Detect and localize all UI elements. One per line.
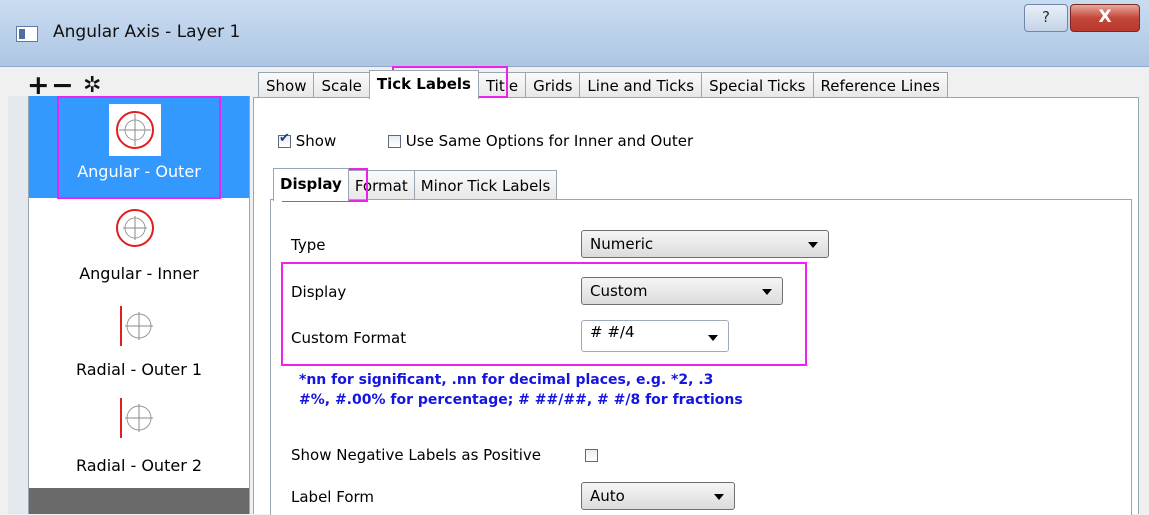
chevron-down-icon — [762, 289, 772, 295]
type-label: Type — [291, 236, 326, 254]
axis-item-radial-outer-1[interactable]: Radial - Outer 1 — [29, 300, 249, 402]
show-label: Show — [295, 132, 337, 150]
custom-format-value[interactable]: # #/4 — [590, 323, 635, 341]
show-checkbox[interactable] — [278, 131, 291, 148]
radial-axis-icon — [109, 392, 161, 444]
tab-title[interactable]: Title — [477, 72, 527, 99]
display-dropdown[interactable]: Custom — [581, 277, 783, 305]
tab-show[interactable]: Show — [258, 72, 315, 99]
axis-item-label: Angular - Inner — [79, 264, 199, 283]
axis-item-label: Radial - Outer 2 — [75, 456, 203, 475]
close-button[interactable]: X — [1070, 4, 1140, 32]
custom-format-combo[interactable]: # #/4 — [581, 320, 729, 352]
tab-tick-labels[interactable]: Tick Labels — [368, 70, 479, 99]
window-icon — [16, 26, 38, 42]
chevron-down-icon — [714, 494, 724, 500]
negative-labels-checkbox[interactable] — [585, 449, 598, 462]
negative-labels-label: Show Negative Labels as Positive — [291, 446, 541, 464]
format-hint-line-2: #%, #.00% for percentage; # ##/##, # #/8… — [299, 392, 743, 408]
same-options-label: Use Same Options for Inner and Outer — [405, 132, 694, 150]
sub-tabs: Display Format Minor Tick Labels — [273, 168, 558, 201]
tab-scale[interactable]: Scale — [313, 72, 370, 99]
display-label: Display — [291, 283, 347, 301]
label-form-label: Label Form — [291, 488, 375, 506]
subtab-display[interactable]: Display — [273, 168, 349, 201]
same-options-option[interactable]: Use Same Options for Inner and Outer — [388, 132, 693, 150]
type-value: Numeric — [590, 235, 654, 253]
axis-item-angular-outer[interactable]: Angular - Outer — [29, 96, 249, 198]
display-value: Custom — [590, 282, 648, 300]
subtab-minor-tick-labels[interactable]: Minor Tick Labels — [413, 170, 558, 201]
chevron-down-icon — [808, 242, 818, 248]
angular-inner-axis-icon — [109, 202, 161, 254]
format-hint-line-1: *nn for significant, .nn for decimal pla… — [299, 372, 714, 388]
window-title: Angular Axis - Layer 1 — [53, 22, 241, 42]
same-options-checkbox[interactable] — [388, 135, 401, 148]
label-form-dropdown[interactable]: Auto — [581, 482, 735, 510]
tab-grids[interactable]: Grids — [525, 72, 581, 99]
axis-item-label: Angular - Outer — [77, 162, 201, 181]
help-button[interactable]: ? — [1024, 4, 1068, 32]
label-form-value: Auto — [590, 487, 625, 505]
tab-special-ticks[interactable]: Special Ticks — [701, 72, 814, 99]
tab-line-and-ticks[interactable]: Line and Ticks — [579, 72, 703, 99]
custom-format-label: Custom Format — [291, 329, 407, 347]
axis-item-label: Radial - Outer 1 — [75, 360, 203, 379]
tick-labels-page: Show Use Same Options for Inner and Oute… — [253, 97, 1139, 515]
axis-item-radial-outer-2[interactable]: Radial - Outer 2 — [29, 392, 249, 494]
angular-axis-icon — [109, 104, 161, 156]
chevron-down-icon — [708, 335, 718, 341]
axis-list: Angular - Outer Angular - Inner Radial -… — [28, 96, 250, 514]
radial-axis-icon — [109, 300, 161, 352]
display-panel: Type Numeric Display Custom Custom Forma… — [270, 199, 1132, 515]
axis-item-angular-inner[interactable]: Angular - Inner — [29, 198, 249, 300]
main-tabs: Show Scale Tick Labels Title Grids Line and T… — [258, 70, 948, 99]
type-dropdown[interactable]: Numeric — [581, 230, 829, 258]
left-panel-scrollbar[interactable] — [8, 96, 28, 514]
title-bar: Angular Axis - Layer 1 ? X — [0, 0, 1149, 67]
tab-reference-lines[interactable]: Reference Lines — [812, 72, 948, 99]
subtab-format[interactable]: Format — [347, 170, 415, 201]
axis-list-footer — [29, 488, 249, 514]
show-option[interactable]: Show — [278, 131, 337, 150]
